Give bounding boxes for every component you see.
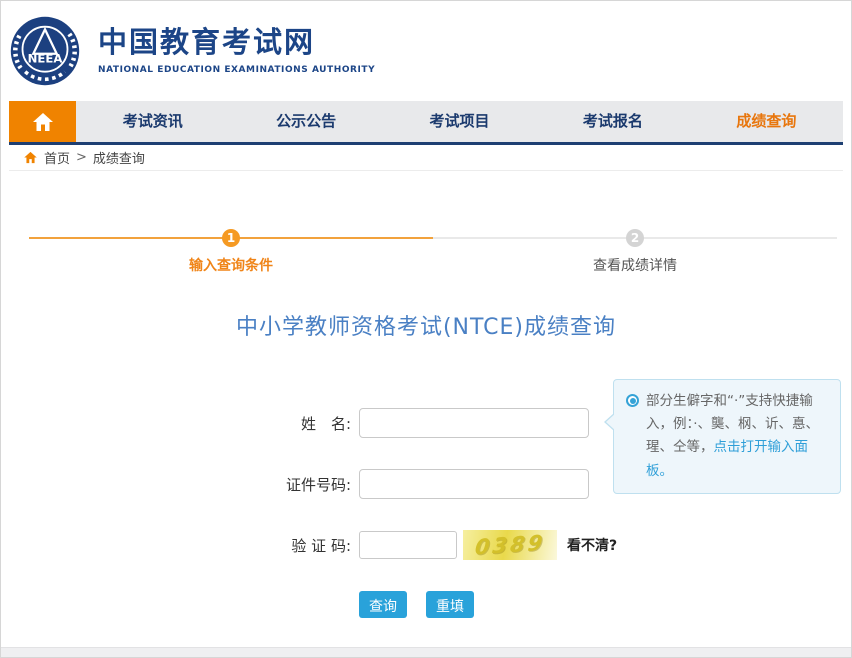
captcha-input[interactable] bbox=[359, 531, 457, 559]
reset-button[interactable]: 重填 bbox=[426, 591, 474, 618]
neea-logo-icon[interactable]: NEEA bbox=[9, 15, 81, 87]
captcha-text: 0389 bbox=[474, 530, 547, 559]
breadcrumb-home-link[interactable]: 首页 bbox=[44, 148, 70, 167]
main-nav: 考试资讯 公示公告 考试项目 考试报名 成绩查询 bbox=[9, 101, 843, 145]
step-indicator: 1 2 输入查询条件 查看成绩详情 bbox=[29, 229, 837, 247]
nav-item-exam-registration[interactable]: 考试报名 bbox=[536, 101, 689, 142]
form-buttons: 查询 重填 bbox=[263, 591, 617, 618]
step-2-dot: 2 bbox=[626, 229, 644, 247]
id-number-field-row: 证件号码: bbox=[263, 469, 617, 499]
id-number-input[interactable] bbox=[359, 469, 589, 499]
page-title: 中小学教师资格考试(NTCE)成绩查询 bbox=[1, 309, 851, 341]
radio-bullet-icon bbox=[626, 394, 639, 407]
query-form: 姓 名: 证件号码: 验 证 码: 0389 看不清? 查询 重填 bbox=[263, 408, 617, 618]
name-input[interactable] bbox=[359, 408, 589, 438]
site-titles: 中国教育考试网 NATIONAL EDUCATION EXAMINATIONS … bbox=[98, 27, 375, 75]
captcha-image[interactable]: 0389 bbox=[463, 530, 557, 560]
captcha-refresh-link[interactable]: 看不清? bbox=[567, 535, 617, 555]
tooltip-text: 部分生僻字和“·”支持快捷输入，例：·、龑、㭎、䜣、惪、瑆、仝等，点击打开输入面… bbox=[646, 390, 828, 483]
name-label: 姓 名: bbox=[263, 413, 351, 434]
nav-home-button[interactable] bbox=[9, 101, 76, 142]
svg-text:NEEA: NEEA bbox=[28, 52, 63, 66]
name-field-row: 姓 名: bbox=[263, 408, 617, 438]
captcha-label: 验 证 码: bbox=[263, 535, 351, 556]
score-query-page: NEEA 中国教育考试网 NATIONAL EDUCATION EXAMINAT… bbox=[0, 0, 852, 658]
breadcrumb-current: 成绩查询 bbox=[93, 148, 145, 167]
nav-item-exam-news[interactable]: 考试资讯 bbox=[76, 101, 229, 142]
captcha-field-row: 验 证 码: 0389 看不清? bbox=[263, 530, 617, 560]
breadcrumb-separator: > bbox=[76, 150, 87, 165]
step-1-label: 输入查询条件 bbox=[189, 255, 273, 275]
rare-character-tooltip: 部分生僻字和“·”支持快捷输入，例：·、龑、㭎、䜣、惪、瑆、仝等，点击打开输入面… bbox=[613, 379, 841, 494]
site-subtitle: NATIONAL EDUCATION EXAMINATIONS AUTHORIT… bbox=[98, 65, 375, 75]
site-header: NEEA 中国教育考试网 NATIONAL EDUCATION EXAMINAT… bbox=[1, 1, 851, 101]
nav-item-score-query[interactable]: 成绩查询 bbox=[690, 101, 843, 142]
nav-item-public-notices[interactable]: 公示公告 bbox=[229, 101, 382, 142]
site-title: 中国教育考试网 bbox=[98, 27, 375, 59]
footer-strip bbox=[1, 647, 851, 657]
breadcrumb: 首页 > 成绩查询 bbox=[9, 145, 843, 171]
step-progress-track bbox=[29, 237, 837, 239]
nav-item-exam-programs[interactable]: 考试项目 bbox=[383, 101, 536, 142]
step-2-label: 查看成绩详情 bbox=[593, 255, 677, 275]
step-1-dot: 1 bbox=[222, 229, 240, 247]
home-icon bbox=[31, 110, 55, 134]
query-button[interactable]: 查询 bbox=[359, 591, 407, 618]
breadcrumb-home-icon bbox=[23, 150, 38, 165]
id-number-label: 证件号码: bbox=[263, 474, 351, 495]
